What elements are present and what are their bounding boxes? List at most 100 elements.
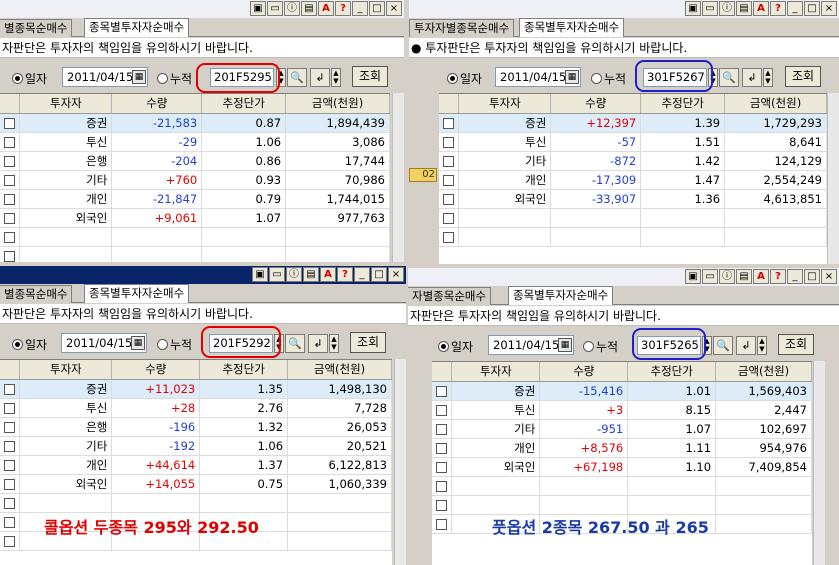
print-icon[interactable]: ▤	[736, 269, 752, 284]
row-checkbox[interactable]	[4, 459, 16, 471]
font-icon[interactable]: A	[318, 1, 334, 16]
table-row[interactable]: 기타 -872 1.42 124,129	[439, 151, 827, 171]
calendar-icon[interactable]: ▦	[132, 70, 146, 84]
column-header[interactable]: 금액(천원)	[287, 360, 392, 380]
date-input[interactable]: 2011/04/15 ▦	[61, 333, 147, 353]
column-header[interactable]: 금액(천원)	[285, 94, 390, 114]
tab-investor-by-stock[interactable]: 자별종목순매수	[408, 287, 492, 305]
column-header[interactable]: 수량	[111, 94, 203, 114]
table-row[interactable]: 기타 +760 0.93 70,986	[0, 170, 390, 190]
scrollbar[interactable]	[394, 359, 406, 565]
table-row[interactable]	[0, 493, 392, 513]
row-checkbox[interactable]	[443, 212, 455, 224]
row-checkbox[interactable]	[4, 516, 16, 528]
table-row[interactable]: 외국인 -33,907 1.36 4,613,851	[439, 189, 827, 209]
row-checkbox[interactable]	[436, 480, 448, 492]
row-checkbox[interactable]	[4, 174, 16, 186]
maximize-icon[interactable]: □	[369, 1, 385, 16]
column-header[interactable]: 추정단가	[199, 360, 289, 380]
column-header[interactable]: 추정단가	[201, 94, 287, 114]
column-header[interactable]: 투자자	[19, 94, 113, 114]
column-header[interactable]: 금액(천원)	[715, 362, 812, 382]
row-checkbox[interactable]	[443, 231, 455, 243]
tab-stock-by-investor[interactable]: 종목별투자자순매수	[508, 286, 614, 305]
help-icon[interactable]: ?	[770, 269, 786, 284]
table-row[interactable]: 개인 -21,847 0.79 1,744,015	[0, 189, 390, 209]
date-input[interactable]: 2011/04/15 ▦	[62, 67, 148, 87]
table-row[interactable]	[439, 208, 827, 228]
table-row[interactable]: 증권 +12,397 1.39 1,729,293	[439, 113, 827, 133]
table-row[interactable]: 외국인 +14,055 0.75 1,060,339	[0, 474, 392, 494]
row-checkbox[interactable]	[443, 155, 455, 167]
radio-daily[interactable]: 일자	[438, 338, 473, 355]
titlebar[interactable]: ▣ ▭ ⓘ ▤ A ? _ □ ×	[0, 0, 404, 18]
window-icon[interactable]: ▭	[702, 1, 718, 16]
table-row[interactable]	[439, 227, 827, 247]
calendar-icon[interactable]: ▦	[131, 336, 145, 350]
radio-cumulative[interactable]: 누적	[583, 338, 618, 355]
table-row[interactable]: 투신 +3 8.15 2,447	[432, 400, 812, 420]
column-header[interactable]: 수량	[539, 362, 629, 382]
code-spinner[interactable]: ▲ ▼	[708, 68, 718, 87]
tab-stock-by-investor[interactable]: 종목별투자자순매수	[519, 18, 625, 37]
titlebar[interactable]: ▣ ▭ ⓘ ▤ A ? _ □ ×	[409, 0, 839, 18]
font-icon[interactable]: A	[320, 267, 336, 282]
table-row[interactable]: 외국인 +67,198 1.10 7,409,854	[432, 457, 812, 477]
maximize-icon[interactable]: □	[804, 269, 820, 284]
table-row[interactable]: 은행 -196 1.32 26,053	[0, 417, 392, 437]
table-row[interactable]: 개인 +8,576 1.11 954,976	[432, 438, 812, 458]
enter-spinner[interactable]: ▲ ▼	[757, 336, 767, 355]
calendar-icon[interactable]: ▦	[558, 338, 572, 352]
row-checkbox[interactable]	[4, 440, 16, 452]
info-icon[interactable]: ⓘ	[719, 1, 735, 16]
enter-spinner[interactable]: ▲ ▼	[331, 68, 341, 87]
tab-investor-by-stock[interactable]: 별종목순매수	[0, 19, 73, 37]
column-header[interactable]: 투자자	[451, 362, 541, 382]
minimize-icon[interactable]: _	[354, 267, 370, 282]
code-input[interactable]: 301F5265	[637, 336, 701, 355]
column-header[interactable]: 추정단가	[640, 94, 726, 114]
scrollbar[interactable]	[827, 93, 839, 264]
table-row[interactable]: 증권 -15,416 1.01 1,569,403	[432, 381, 812, 401]
print-icon[interactable]: ▤	[301, 1, 317, 16]
tile-icon[interactable]: ▣	[685, 269, 701, 284]
column-header[interactable]: 금액(천원)	[724, 94, 827, 114]
table-row[interactable]	[432, 495, 812, 515]
info-icon[interactable]: ⓘ	[284, 1, 300, 16]
tab-investor-by-stock[interactable]: 투자자별종목순매수	[409, 19, 515, 37]
table-row[interactable]: 은행 -204 0.86 17,744	[0, 151, 390, 171]
query-button[interactable]: 조회	[785, 66, 821, 87]
window-icon[interactable]: ▭	[269, 267, 285, 282]
row-checkbox[interactable]	[4, 383, 16, 395]
search-icon[interactable]: 🔍	[287, 68, 307, 87]
enter-spinner[interactable]: ▲ ▼	[763, 68, 773, 87]
code-input[interactable]: 201F5292	[209, 334, 273, 353]
radio-cumulative[interactable]: 누적	[157, 336, 192, 353]
row-checkbox[interactable]	[4, 421, 16, 433]
radio-daily[interactable]: 일자	[12, 336, 47, 353]
query-button[interactable]: 조회	[350, 332, 386, 353]
radio-daily[interactable]: 일자	[12, 70, 47, 87]
font-icon[interactable]: A	[753, 1, 769, 16]
titlebar[interactable]: ▣ ▭ ⓘ ▤ A ? _ □ ×	[0, 266, 406, 284]
query-button[interactable]: 조회	[352, 66, 388, 87]
row-checkbox[interactable]	[4, 117, 16, 129]
row-checkbox[interactable]	[436, 442, 448, 454]
titlebar[interactable]: ▣ ▭ ⓘ ▤ A ? _ □ ×	[408, 268, 839, 286]
scrollbar[interactable]	[813, 361, 825, 565]
tile-icon[interactable]: ▣	[685, 1, 701, 16]
enter-spinner[interactable]: ▲ ▼	[329, 334, 339, 353]
column-header[interactable]: 추정단가	[627, 362, 717, 382]
minimize-icon[interactable]: _	[787, 269, 803, 284]
row-checkbox[interactable]	[436, 404, 448, 416]
close-icon[interactable]: ×	[821, 1, 837, 16]
date-input[interactable]: 2011/04/15 ▦	[495, 67, 581, 87]
table-row[interactable]	[432, 476, 812, 496]
info-icon[interactable]: ⓘ	[719, 269, 735, 284]
enter-icon[interactable]: ↲	[736, 336, 756, 355]
help-icon[interactable]: ?	[770, 1, 786, 16]
maximize-icon[interactable]: □	[804, 1, 820, 16]
table-row[interactable]	[0, 227, 390, 247]
column-header[interactable]: 수량	[550, 94, 642, 114]
close-icon[interactable]: ×	[388, 267, 404, 282]
